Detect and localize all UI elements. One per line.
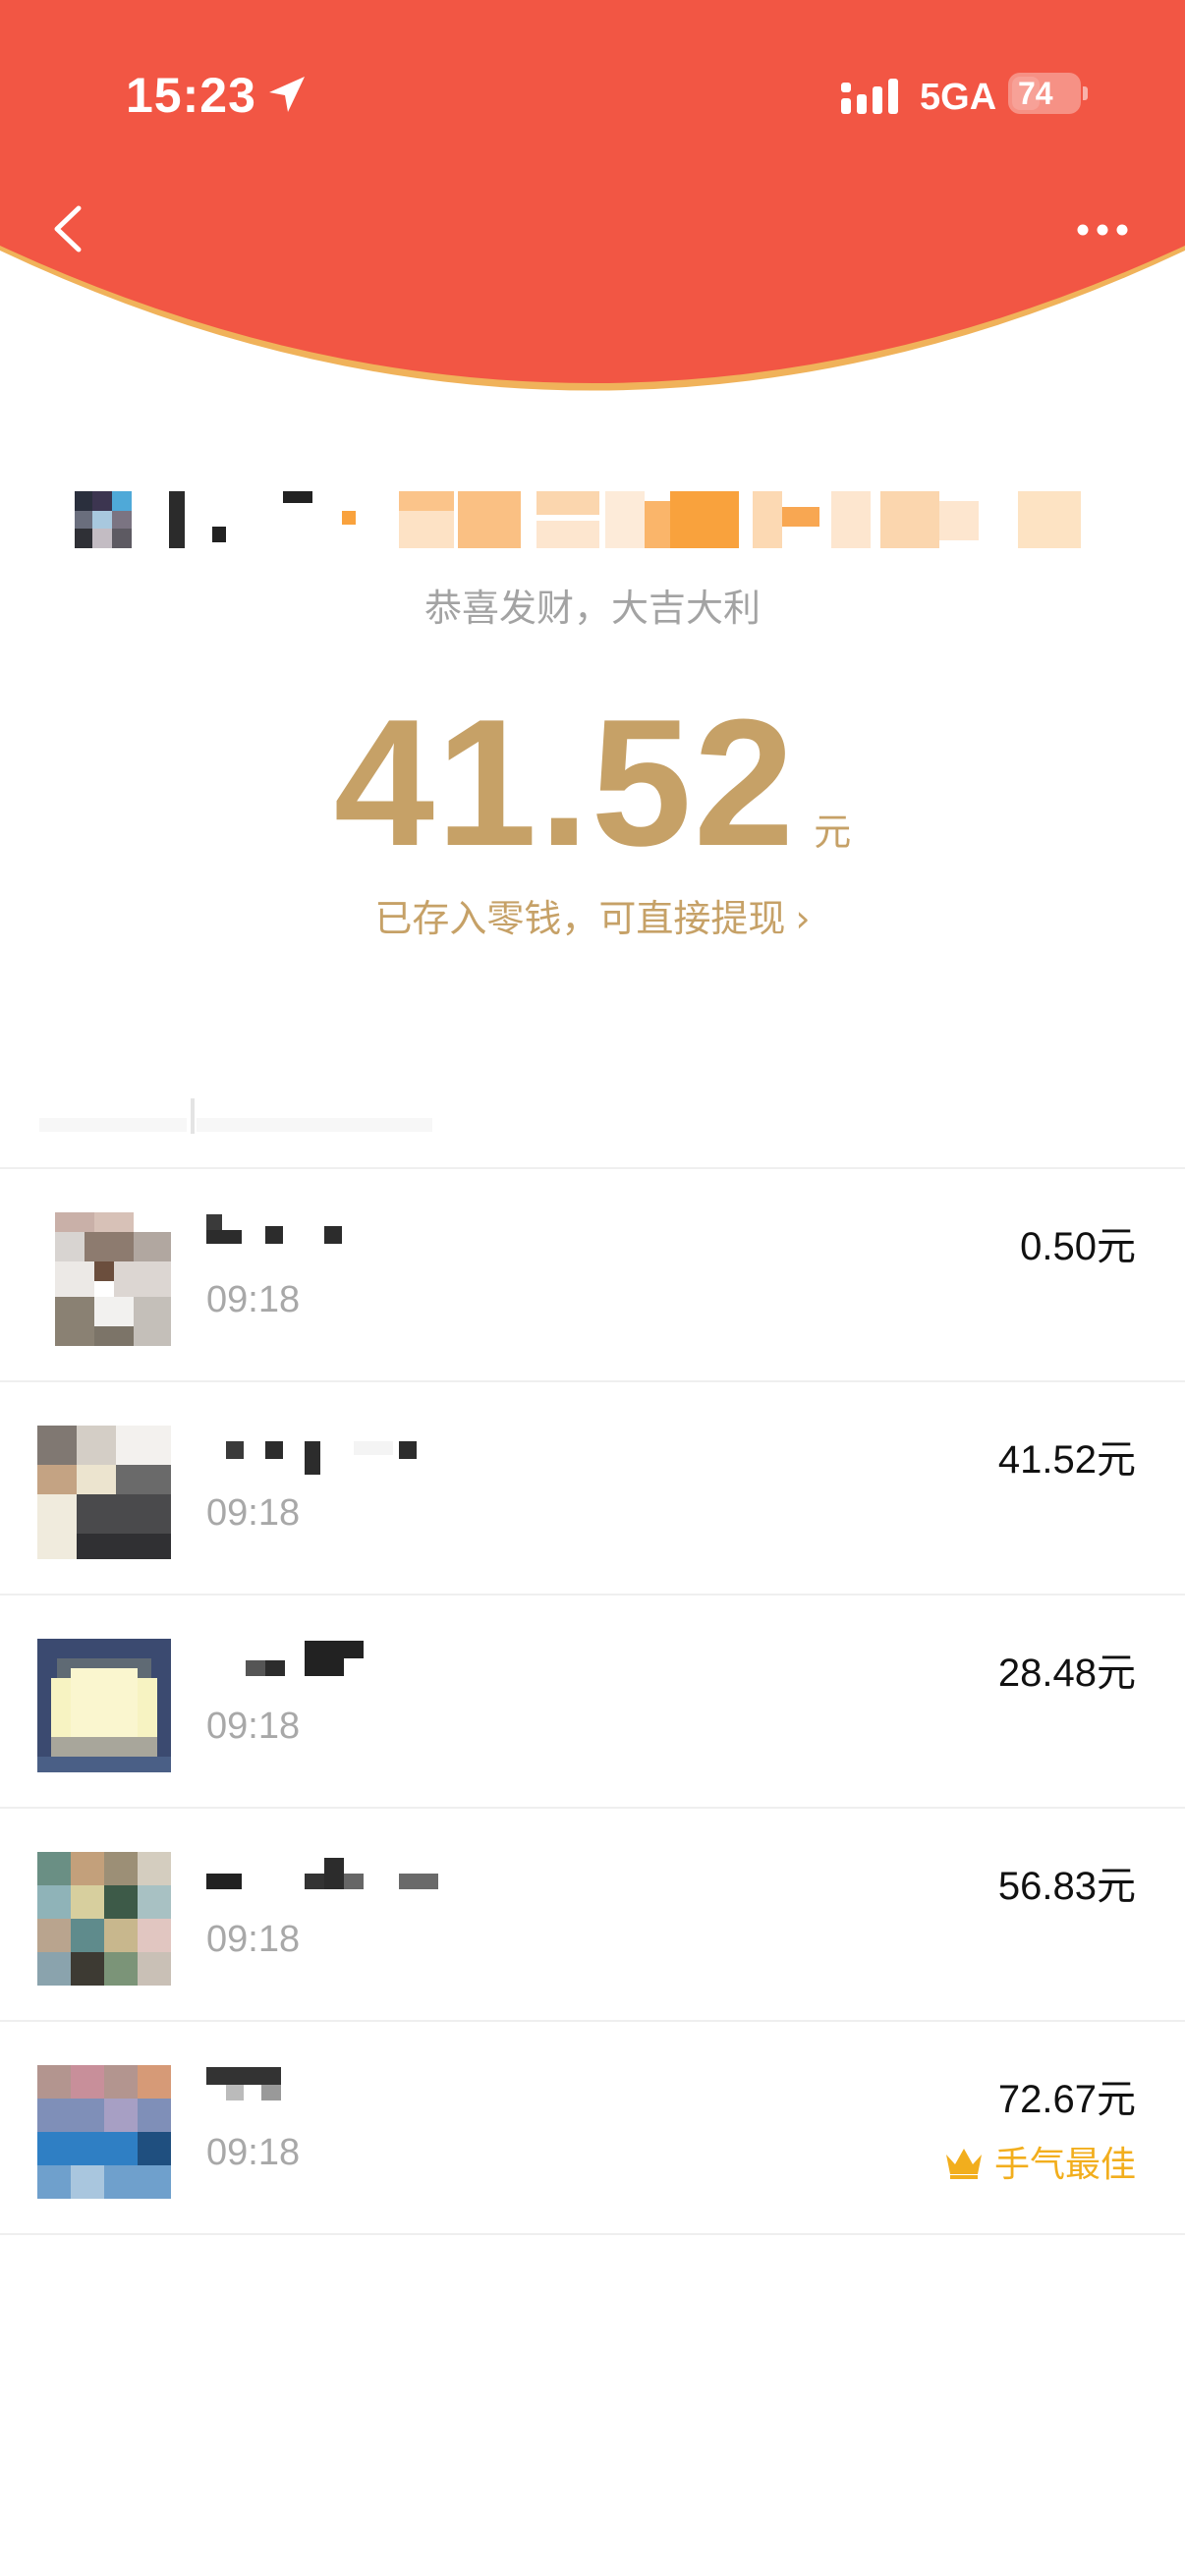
battery-cap: [1083, 86, 1088, 100]
chevron-right-icon: ›: [795, 897, 811, 940]
greeting-text: 恭喜发财，大吉大利: [423, 587, 761, 630]
received-amount: 41.52: [333, 681, 797, 883]
battery-icon: 74: [1008, 73, 1081, 114]
amount-unit: 元: [814, 811, 852, 854]
more-options-button[interactable]: [1075, 212, 1130, 248]
receive-time: 09:18: [206, 1706, 301, 1747]
avatar: [37, 1426, 171, 1559]
recipient-row[interactable]: 09:18 28.48元: [0, 1596, 1185, 1807]
recipient-row[interactable]: 09:18 56.83元: [0, 1809, 1185, 2020]
avatar: [37, 1639, 171, 1772]
status-bar: 15:23 5GA 74: [0, 0, 1185, 196]
status-time: 15:23: [126, 68, 256, 123]
receive-amount: 56.83元: [997, 1865, 1136, 1908]
location-arrow-icon: [269, 77, 305, 112]
best-luck-label: 手气最佳: [993, 2145, 1136, 2185]
receive-amount: 0.50元: [1020, 1225, 1136, 1268]
receive-amount: 72.67元: [997, 2078, 1136, 2121]
recipient-name-obscured: [206, 1854, 501, 1897]
recipient-name-obscured: [206, 1641, 501, 1684]
recipient-row[interactable]: 09:18 41.52元: [0, 1382, 1185, 1594]
avatar: [37, 2065, 171, 2199]
crown-icon: [945, 2149, 982, 2179]
avatar: [37, 1852, 171, 1986]
amount-display: 41.52 元: [0, 678, 1185, 886]
receive-time: 09:18: [206, 1919, 301, 1960]
receive-time: 09:18: [206, 1279, 301, 1320]
recipient-row[interactable]: 09:18 0.50元: [0, 1169, 1185, 1380]
wallet-link-text: 已存入零钱，可直接提现: [374, 897, 786, 940]
receive-time: 09:18: [206, 1492, 301, 1534]
receive-time: 09:18: [206, 2132, 301, 2173]
recipient-row[interactable]: 09:18 72.67元 手气最佳: [0, 2022, 1185, 2233]
battery-level: 74: [1018, 76, 1053, 111]
recipient-name-obscured: [206, 1428, 501, 1475]
avatar: [55, 1212, 171, 1346]
receive-amount: 41.52元: [997, 1438, 1136, 1482]
summary-obscured: [39, 1098, 432, 1142]
recipient-name-obscured: [206, 2067, 501, 2110]
back-button[interactable]: [43, 196, 92, 261]
recipient-name-obscured: [206, 1214, 501, 1258]
sender-name-obscured: [75, 491, 1081, 548]
signal-bars-icon: [841, 79, 898, 114]
list-divider: [0, 2233, 1185, 2235]
best-luck-badge: 手气最佳: [943, 2136, 1136, 2187]
network-type: 5GA: [920, 77, 997, 118]
receive-amount: 28.48元: [997, 1652, 1136, 1695]
wallet-link[interactable]: 已存入零钱，可直接提现 ›: [0, 888, 1185, 942]
